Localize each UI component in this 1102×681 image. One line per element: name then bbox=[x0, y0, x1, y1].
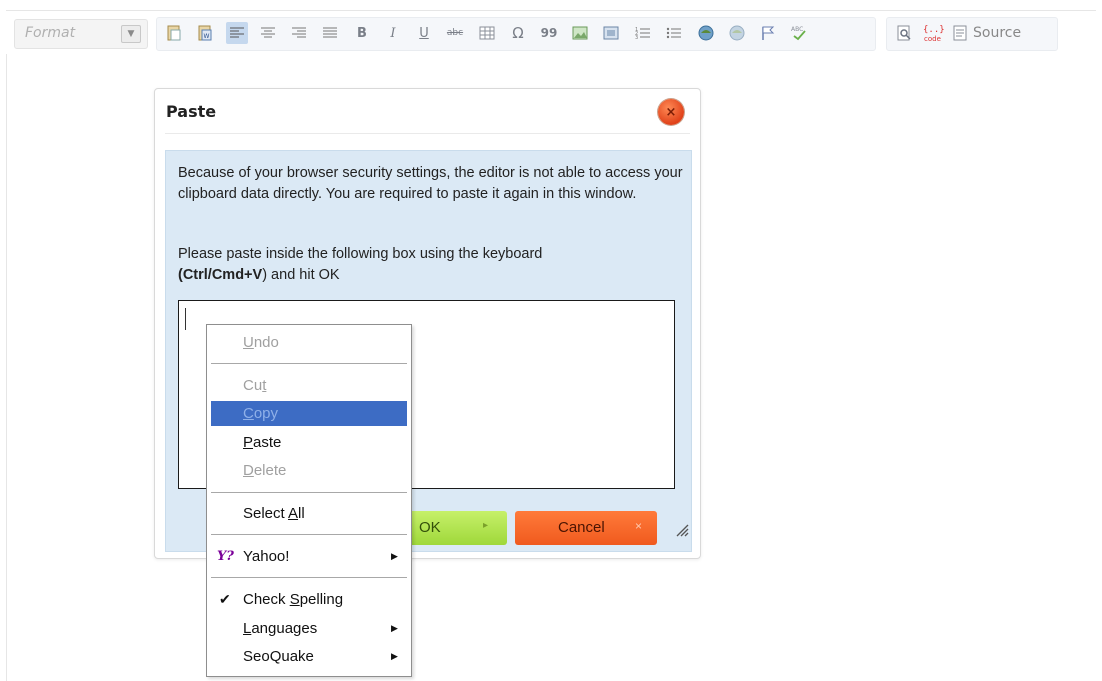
link-icon[interactable] bbox=[695, 22, 717, 44]
paste-instructions-text: Please paste inside the following box us… bbox=[178, 246, 543, 262]
menu-item-label: Select All bbox=[243, 505, 305, 522]
align-right-icon[interactable] bbox=[288, 22, 310, 44]
code-snippet-icon[interactable]: {..} code bbox=[919, 22, 945, 44]
menu-separator bbox=[211, 363, 407, 364]
menu-item-label: Undo bbox=[243, 334, 279, 351]
menu-item-check-spelling[interactable]: ✔ Check Spelling bbox=[211, 587, 407, 612]
cancel-button-label: Cancel bbox=[558, 519, 605, 536]
resize-grip-icon[interactable] bbox=[673, 521, 689, 537]
format-dropdown-label: Format bbox=[25, 25, 76, 41]
bulleted-list-icon[interactable] bbox=[663, 22, 685, 44]
menu-item-undo[interactable]: Undo bbox=[211, 330, 407, 355]
menu-item-label: Check Spelling bbox=[243, 591, 344, 608]
align-justify-icon[interactable] bbox=[319, 22, 341, 44]
underline-icon-glyph: U bbox=[419, 25, 429, 41]
menu-item-seoquake[interactable]: SeoQuake ▶ bbox=[211, 644, 407, 669]
paste-text-icon[interactable] bbox=[163, 22, 185, 44]
source-button-label[interactable]: Source bbox=[973, 25, 1021, 41]
menu-item-select-all[interactable]: Select All bbox=[211, 501, 407, 526]
special-char-icon-glyph: Ω bbox=[512, 24, 524, 42]
menu-item-label: Paste bbox=[243, 434, 282, 451]
align-left-icon[interactable] bbox=[226, 22, 248, 44]
menu-item-paste[interactable]: Paste bbox=[211, 430, 407, 455]
title-divider bbox=[165, 133, 690, 134]
menu-item-label: Yahoo! bbox=[243, 548, 290, 565]
flash-icon[interactable] bbox=[600, 22, 622, 44]
menu-item-label: SeoQuake bbox=[243, 648, 314, 665]
submenu-arrow-icon: ▶ bbox=[391, 651, 398, 661]
bold-icon-glyph: B bbox=[357, 25, 367, 41]
blockquote-icon-glyph: 99 bbox=[540, 26, 558, 40]
bold-icon[interactable]: B bbox=[351, 22, 373, 44]
numbered-list-icon[interactable]: 123 bbox=[632, 22, 654, 44]
close-button[interactable]: × bbox=[658, 99, 684, 125]
submenu-arrow-icon: ▶ bbox=[391, 551, 398, 561]
keyboard-shortcut: (Ctrl/Cmd+V bbox=[178, 267, 263, 283]
paste-instructions: Please paste inside the following box us… bbox=[178, 244, 683, 286]
paste-word-icon[interactable]: W bbox=[194, 22, 216, 44]
image-icon[interactable] bbox=[569, 22, 591, 44]
underline-icon[interactable]: U bbox=[413, 22, 435, 44]
menu-item-copy[interactable]: Copy bbox=[211, 401, 407, 426]
menu-item-label: Cut bbox=[243, 377, 267, 394]
format-dropdown[interactable]: Format ▼ bbox=[14, 19, 148, 49]
preview-icon[interactable] bbox=[893, 22, 915, 44]
submenu-arrow-icon: ▶ bbox=[391, 623, 398, 633]
editor-toolbar: Format ▼ W B I Uabc Ω 99 1 2 3 ABC {..} code Sourc… bbox=[6, 10, 1096, 55]
menu-separator bbox=[211, 492, 407, 493]
italic-icon-glyph: I bbox=[390, 25, 396, 41]
unlink-icon[interactable] bbox=[726, 22, 748, 44]
checkmark-icon: ✔ bbox=[219, 591, 231, 607]
menu-item-label: Languages bbox=[243, 620, 318, 637]
svg-text:{..}: {..} bbox=[923, 25, 944, 35]
paste-instructions-tail: ) and hit OK bbox=[262, 267, 340, 283]
text-caret bbox=[185, 308, 186, 330]
menu-item-languages[interactable]: Languages ▶ bbox=[211, 616, 407, 641]
blockquote-icon[interactable]: 99 bbox=[538, 22, 560, 44]
svg-text:code: code bbox=[924, 35, 941, 43]
menu-item-yahoo[interactable]: Y? Yahoo! ▶ bbox=[211, 544, 407, 569]
toolbar-button-group: W B I Uabc Ω 99 1 2 3 ABC bbox=[156, 17, 876, 51]
close-icon: × bbox=[665, 104, 677, 120]
svg-text:3: 3 bbox=[635, 35, 638, 40]
context-menu: Undo Cut Copy Paste Delete Select All Y?… bbox=[206, 324, 412, 677]
table-icon[interactable] bbox=[476, 22, 498, 44]
menu-separator bbox=[211, 577, 407, 578]
strikethrough-icon-glyph: abc bbox=[446, 28, 464, 38]
svg-text:ABC: ABC bbox=[791, 26, 803, 33]
menu-item-delete[interactable]: Delete bbox=[211, 458, 407, 483]
menu-item-label: Copy bbox=[243, 405, 279, 422]
arrow-right-icon: ▸ bbox=[483, 520, 489, 531]
menu-item-cut[interactable]: Cut bbox=[211, 373, 407, 398]
special-char-icon[interactable]: Ω bbox=[507, 22, 529, 44]
close-x-icon: × bbox=[635, 519, 643, 533]
editor-page-edge bbox=[6, 54, 7, 681]
dialog-title: Paste bbox=[166, 102, 217, 121]
security-message: Because of your browser security setting… bbox=[178, 165, 683, 202]
align-center-icon[interactable] bbox=[257, 22, 279, 44]
strikethrough-icon[interactable]: abc bbox=[444, 22, 466, 44]
ok-button-label: OK bbox=[419, 519, 441, 536]
menu-item-label: Delete bbox=[243, 462, 287, 479]
toolbar-button-group-source: {..} code Source bbox=[886, 17, 1058, 51]
svg-text:W: W bbox=[204, 33, 210, 40]
italic-icon[interactable]: I bbox=[382, 22, 404, 44]
anchor-icon[interactable] bbox=[757, 22, 779, 44]
source-icon[interactable] bbox=[949, 22, 971, 44]
spellcheck-icon[interactable]: ABC bbox=[788, 22, 810, 44]
yahoo-icon: Y? bbox=[217, 549, 234, 564]
chevron-down-icon[interactable]: ▼ bbox=[121, 25, 141, 43]
menu-separator bbox=[211, 534, 407, 535]
cancel-button[interactable]: Cancel × bbox=[515, 511, 657, 545]
